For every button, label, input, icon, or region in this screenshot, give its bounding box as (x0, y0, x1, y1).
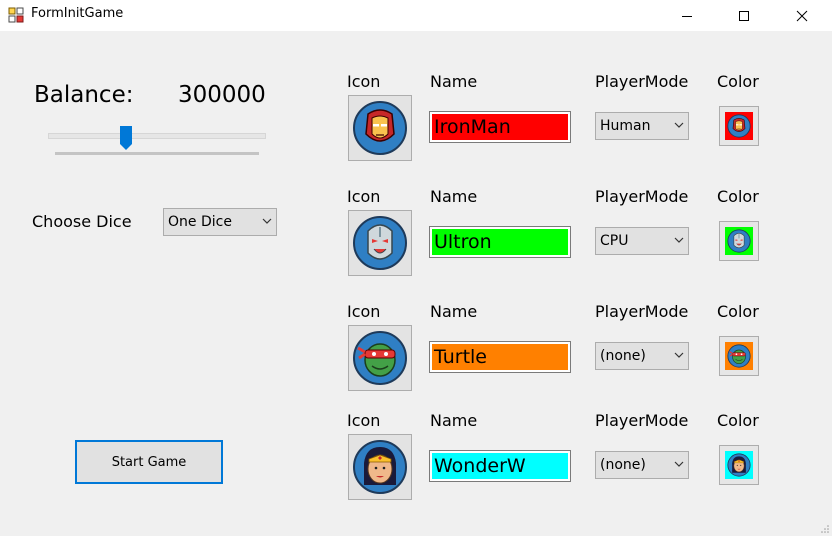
dice-select[interactable]: One Dice (163, 208, 277, 236)
name-header: Name (430, 72, 478, 91)
player-color-button[interactable] (719, 106, 759, 146)
balance-value: 300000 (178, 82, 266, 108)
player-mode-value: Human (600, 118, 651, 134)
color-header: Color (717, 302, 759, 321)
player-name-value: Ultron (432, 229, 568, 255)
minimize-button[interactable] (664, 0, 710, 31)
color-swatch (725, 451, 753, 479)
app-icon (8, 7, 24, 23)
player-mode-select[interactable]: CPU (595, 227, 689, 255)
player-mode-value: (none) (600, 457, 646, 473)
icon-header: Icon (347, 187, 381, 206)
player-name-input[interactable]: WonderW (429, 450, 571, 482)
color-header: Color (717, 187, 759, 206)
player-icon-button[interactable] (348, 325, 412, 391)
chevron-down-icon (674, 237, 684, 243)
balance-slider-base (55, 152, 259, 155)
player-mode-header: PlayerMode (595, 411, 689, 430)
color-header: Color (717, 411, 759, 430)
player-icon-button[interactable] (348, 434, 412, 500)
start-game-button[interactable]: Start Game (75, 440, 223, 484)
balance-slider-thumb[interactable] (119, 125, 133, 151)
maximize-button[interactable] (721, 0, 767, 31)
player-name-value: WonderW (432, 453, 568, 479)
color-header: Color (717, 72, 759, 91)
player-mode-select[interactable]: Human (595, 112, 689, 140)
name-header: Name (430, 187, 478, 206)
title-bar: FormInitGame (0, 0, 832, 31)
minimize-icon (682, 15, 692, 17)
dice-select-value: One Dice (168, 214, 232, 230)
player-mode-header: PlayerMode (595, 302, 689, 321)
player-mode-value: CPU (600, 233, 629, 249)
start-game-label: Start Game (111, 454, 187, 470)
player-mode-select[interactable]: (none) (595, 451, 689, 479)
window-title: FormInitGame (31, 6, 124, 21)
close-button[interactable] (779, 0, 825, 31)
icon-header: Icon (347, 302, 381, 321)
player-icon-button[interactable] (348, 95, 412, 161)
player-name-value: IronMan (432, 114, 568, 140)
player-color-button[interactable] (719, 336, 759, 376)
chevron-down-icon (262, 218, 272, 224)
player-name-input[interactable]: IronMan (429, 111, 571, 143)
player-name-input[interactable]: Ultron (429, 226, 571, 258)
close-icon (796, 10, 808, 21)
color-swatch (725, 112, 753, 140)
maximize-icon (739, 10, 749, 21)
resize-grip-icon[interactable] (820, 524, 830, 534)
icon-header: Icon (347, 411, 381, 430)
color-swatch (725, 342, 753, 370)
chevron-down-icon (674, 352, 684, 358)
icon-header: Icon (347, 72, 381, 91)
chevron-down-icon (674, 122, 684, 128)
name-header: Name (430, 411, 478, 430)
player-mode-value: (none) (600, 348, 646, 364)
player-mode-header: PlayerMode (595, 187, 689, 206)
chevron-down-icon (674, 461, 684, 467)
balance-slider-track[interactable] (48, 133, 266, 139)
player-color-button[interactable] (719, 445, 759, 485)
player-mode-select[interactable]: (none) (595, 342, 689, 370)
color-swatch (725, 227, 753, 255)
player-mode-header: PlayerMode (595, 72, 689, 91)
player-color-button[interactable] (719, 221, 759, 261)
player-name-input[interactable]: Turtle (429, 341, 571, 373)
choose-dice-label: Choose Dice (32, 212, 132, 231)
player-icon-button[interactable] (348, 210, 412, 276)
balance-label: Balance: (34, 82, 134, 108)
name-header: Name (430, 302, 478, 321)
player-name-value: Turtle (432, 344, 568, 370)
